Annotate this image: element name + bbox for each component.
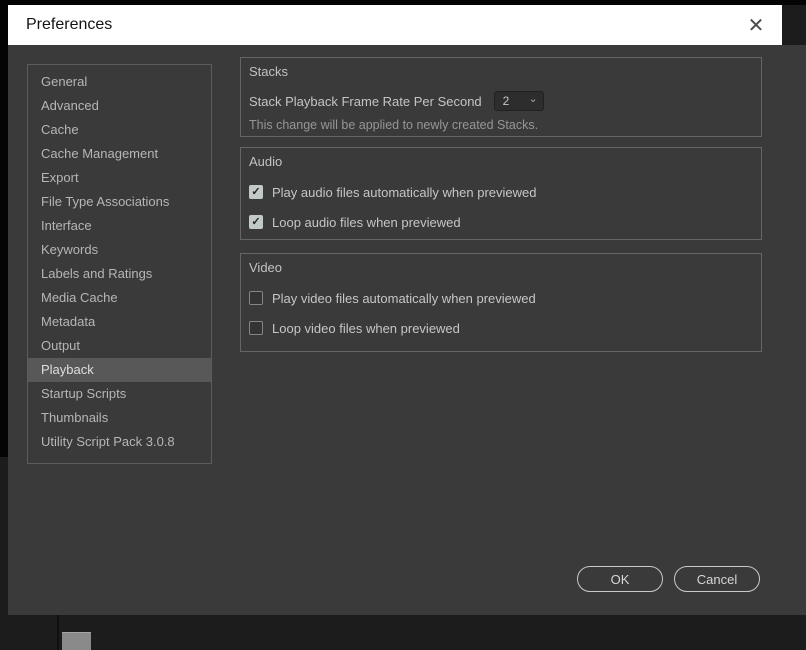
sidebar-item-utility-script-pack-3-0-8[interactable]: Utility Script Pack 3.0.8 — [28, 430, 211, 454]
video-options: Play video files automatically when prev… — [249, 289, 751, 337]
sidebar-list: General Advanced Cache Cache Management Expo… — [27, 64, 212, 464]
stacks-group: Stacks Stack Playback Frame Rate Per Sec… — [240, 57, 762, 137]
frame-rate-value: 2 — [502, 94, 510, 108]
chevron-down-icon: ⌄ — [528, 93, 538, 105]
checkbox-checked-icon[interactable]: ✓ — [249, 215, 263, 229]
audio-options: ✓ Play audio files automatically when pre… — [249, 183, 751, 231]
dialog-titlebar: Preferences ✕ — [8, 5, 782, 45]
cancel-button[interactable]: Cancel — [674, 566, 760, 592]
checkbox-row[interactable]: ✓ Loop audio files when previewed — [249, 213, 751, 231]
audio-group: Audio ✓ Play audio files automatically wh… — [240, 147, 762, 240]
video-group-title: Video — [249, 260, 283, 275]
stacks-note: This change will be applied to newly cre… — [249, 118, 539, 132]
checkbox-checked-icon[interactable]: ✓ — [249, 185, 263, 199]
stacks-group-title: Stacks — [249, 64, 289, 79]
checkbox-label: Play audio files automatically when prev… — [272, 184, 537, 200]
sidebar-item-cache-management[interactable]: Cache Management — [28, 142, 211, 166]
background-left-strip — [0, 5, 8, 457]
sidebar-item-labels-and-ratings[interactable]: Labels and Ratings — [28, 262, 211, 286]
frame-rate-label: Stack Playback Frame Rate Per Second — [249, 93, 482, 109]
sidebar-item-advanced[interactable]: Advanced — [28, 94, 211, 118]
dialog-title: Preferences — [26, 16, 113, 33]
ok-button[interactable]: OK — [577, 566, 663, 592]
sidebar-item-media-cache[interactable]: Media Cache — [28, 286, 211, 310]
checkbox-label: Loop video files when previewed — [272, 320, 460, 336]
sidebar-item-interface[interactable]: Interface — [28, 214, 211, 238]
audio-group-title: Audio — [249, 154, 283, 169]
sidebar-item-export[interactable]: Export — [28, 166, 211, 190]
background-artifact — [62, 632, 91, 650]
sidebar-item-thumbnails[interactable]: Thumbnails — [28, 406, 211, 430]
checkbox-row[interactable]: Play video files automatically when prev… — [249, 289, 751, 307]
checkbox-unchecked-icon[interactable] — [249, 291, 263, 305]
sidebar-item-general[interactable]: General — [28, 70, 211, 94]
dialog-body: General Advanced Cache Cache Management Expo… — [8, 45, 806, 615]
sidebar-item-startup-scripts[interactable]: Startup Scripts — [28, 382, 211, 406]
sidebar-item-output[interactable]: Output — [28, 334, 211, 358]
sidebar-item-file-type-associations[interactable]: File Type Associations — [28, 190, 211, 214]
background-divider — [57, 615, 59, 650]
checkbox-label: Loop audio files when previewed — [272, 214, 461, 230]
frame-rate-row: Stack Playback Frame Rate Per Second 2 ⌄ — [249, 91, 751, 111]
frame-rate-select[interactable]: 2 ⌄ — [493, 91, 544, 111]
sidebar-item-keywords[interactable]: Keywords — [28, 238, 211, 262]
preferences-dialog: Preferences ✕ General Advanced Cache Cache … — [0, 0, 806, 650]
sidebar-item-metadata[interactable]: Metadata — [28, 310, 211, 334]
checkbox-row[interactable]: Loop video files when previewed — [249, 319, 751, 337]
checkbox-row[interactable]: ✓ Play audio files automatically when pre… — [249, 183, 751, 201]
video-group: Video Play video files automatically whe… — [240, 253, 762, 352]
sidebar-item-cache[interactable]: Cache — [28, 118, 211, 142]
close-icon[interactable]: ✕ — [742, 11, 770, 39]
sidebar-item-playback[interactable]: Playback — [28, 358, 211, 382]
checkbox-label: Play video files automatically when prev… — [272, 290, 536, 306]
checkbox-unchecked-icon[interactable] — [249, 321, 263, 335]
